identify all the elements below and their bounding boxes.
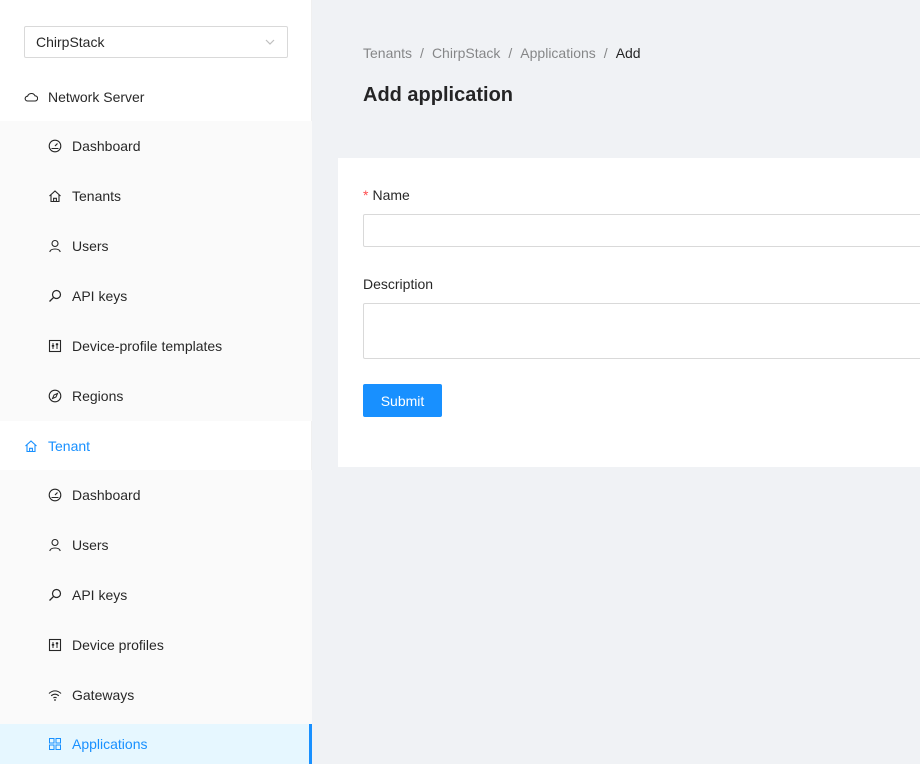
key-icon (48, 588, 62, 602)
menu-item-label: Device profiles (72, 637, 164, 653)
menu-item-tenant-gateways[interactable]: Gateways (0, 675, 312, 715)
menu-group-title: Network Server (48, 88, 145, 105)
menu-item-label: Dashboard (72, 138, 141, 154)
menu-item-ns-api-keys[interactable]: API keys (0, 276, 312, 316)
menu-item-tenant-applications[interactable]: Applications (0, 724, 312, 764)
menu-item-label: API keys (72, 288, 128, 304)
menu-item-label: Gateways (72, 687, 135, 703)
menu-item-tenant-dashboard[interactable]: Dashboard (0, 475, 312, 515)
menu-item-ns-users[interactable]: Users (0, 226, 312, 266)
menu-item-ns-dashboard[interactable]: Dashboard (0, 126, 312, 166)
name-field-label: * Name (363, 187, 410, 203)
name-input[interactable] (363, 214, 920, 247)
menu-item-tenant-api-keys[interactable]: API keys (0, 575, 312, 615)
compass-icon (48, 389, 62, 403)
menu-item-ns-regions[interactable]: Regions (0, 376, 312, 416)
menu-item-label: Users (72, 238, 109, 254)
user-icon (48, 538, 62, 552)
wifi-icon (48, 688, 62, 702)
tenant-select[interactable]: ChirpStack (24, 26, 288, 58)
cloud-icon (24, 90, 38, 104)
menu-group-title: Tenant (48, 437, 91, 454)
page-title: Add application (363, 84, 513, 106)
menu-group-network-server[interactable]: Network Server (0, 72, 312, 121)
breadcrumb: Tenants / ChirpStack / Applications / Add (363, 45, 641, 61)
home-icon (24, 439, 38, 453)
home-icon (48, 189, 62, 203)
breadcrumb-tenants[interactable]: Tenants (363, 45, 412, 61)
name-label-text: Name (372, 187, 410, 203)
breadcrumb-chirpstack[interactable]: ChirpStack (432, 45, 500, 61)
dashboard-icon (48, 488, 62, 502)
menu-item-tenant-users[interactable]: Users (0, 525, 312, 565)
appstore-icon (48, 737, 62, 751)
breadcrumb-applications[interactable]: Applications (520, 45, 596, 61)
user-icon (48, 239, 62, 253)
menu-item-label: Tenants (72, 188, 122, 204)
sidebar: ChirpStack Network Server Dashboard Tena… (0, 0, 312, 764)
breadcrumb-separator: / (508, 45, 513, 61)
menu-item-ns-tenants[interactable]: Tenants (0, 176, 312, 216)
menu-item-label: Applications (72, 736, 148, 752)
application-form-card: * Name Description Submit (338, 158, 920, 467)
tenant-select-value: ChirpStack (36, 34, 105, 50)
required-mark: * (363, 187, 369, 203)
breadcrumb-separator: / (420, 45, 424, 61)
menu-item-label: Dashboard (72, 487, 141, 503)
menu-item-label: Device-profile templates (72, 338, 223, 354)
menu-item-label: API keys (72, 587, 128, 603)
menu-item-tenant-device-profiles[interactable]: Device profiles (0, 625, 312, 665)
submit-button[interactable]: Submit (363, 384, 442, 417)
description-textarea[interactable] (363, 303, 920, 359)
dashboard-icon (48, 139, 62, 153)
page-header: Tenants / ChirpStack / Applications / Add Add … (312, 0, 920, 138)
chevron-down-icon (264, 36, 276, 48)
control-icon (48, 638, 62, 652)
menu-item-ns-device-profile-templates[interactable]: Device-profile templates (0, 326, 312, 366)
menu-group-tenant[interactable]: Tenant (0, 421, 312, 470)
control-icon (48, 339, 62, 353)
description-field-label: Description (363, 276, 434, 292)
breadcrumb-separator: / (603, 45, 608, 61)
menu-item-label: Regions (72, 388, 124, 404)
key-icon (48, 289, 62, 303)
menu-item-label: Users (72, 537, 109, 553)
breadcrumb-add: Add (615, 45, 641, 61)
